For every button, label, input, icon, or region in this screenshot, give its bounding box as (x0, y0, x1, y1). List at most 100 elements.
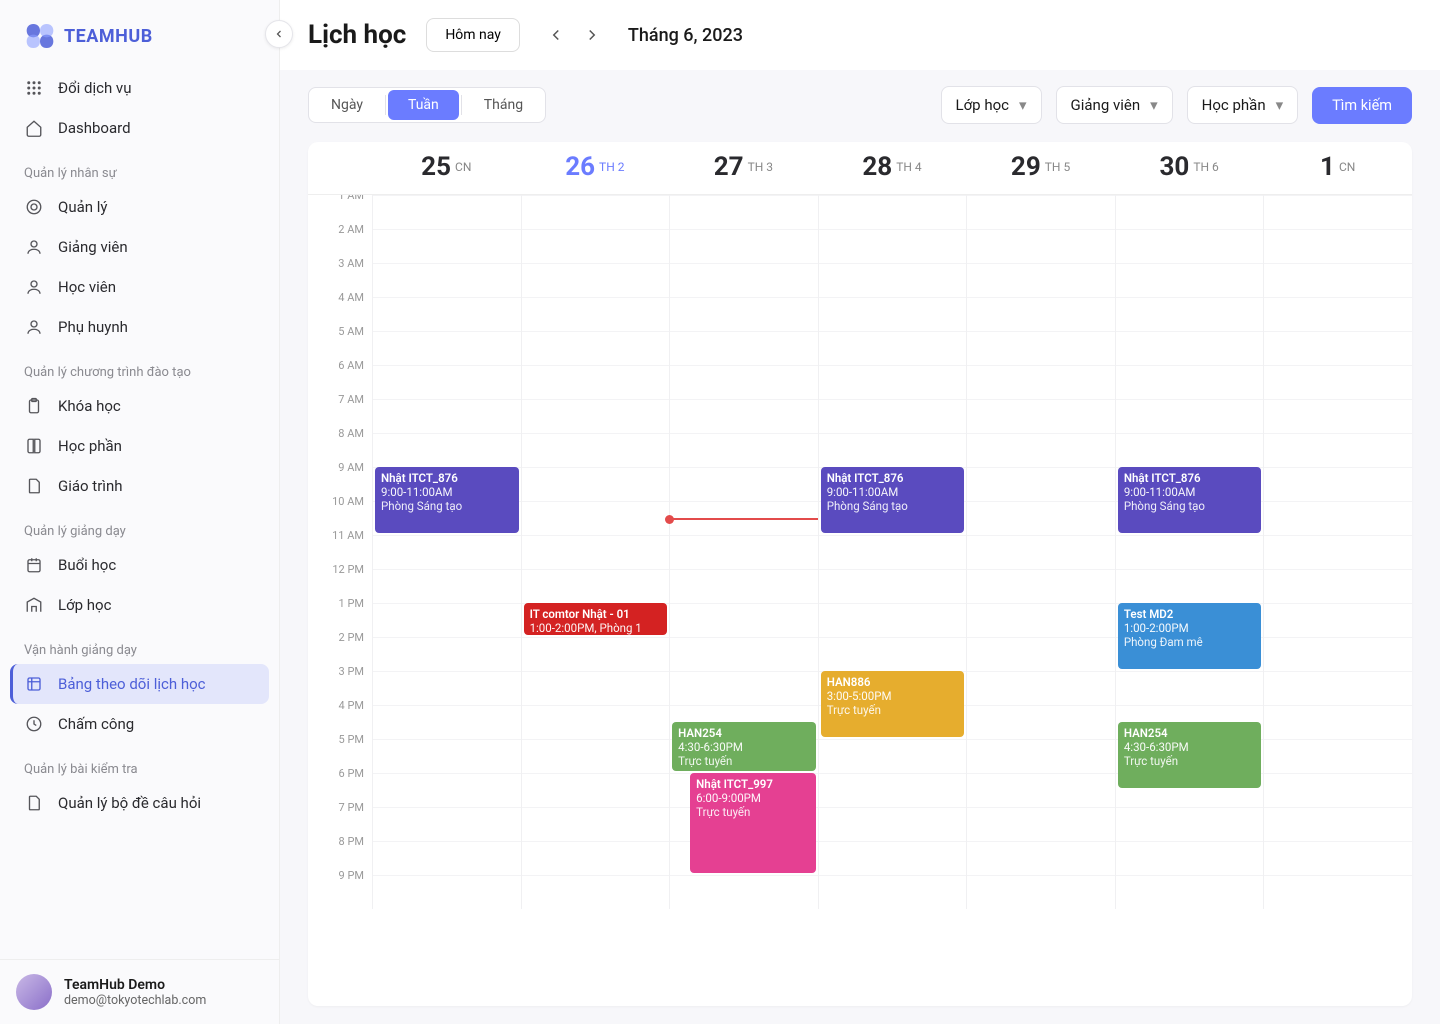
day-label: CN (455, 160, 471, 174)
sidebar-item[interactable]: Khóa học (10, 386, 269, 426)
sidebar-section-title: Quản lý bài kiểm tra (10, 744, 269, 783)
day-header[interactable]: 26TH 2 (521, 142, 670, 194)
event-title: Nhật ITCT_876 (1124, 471, 1256, 485)
day-column[interactable]: Nhật ITCT_8769:00-11:00AMPhòng Sáng tạo T… (1115, 195, 1264, 909)
logo-icon (24, 20, 56, 52)
sidebar-item[interactable]: Dashboard (10, 108, 269, 148)
nav-arrows (540, 19, 608, 51)
sidebar-item-label: Giảng viên (58, 238, 128, 256)
toolbar: Ngày Tuần Tháng Lớp học▾ Giảng viên▾ Học… (280, 70, 1440, 124)
doc-icon (24, 476, 44, 496)
doc-icon (24, 793, 44, 813)
view-month[interactable]: Tháng (462, 88, 545, 122)
calendar-event[interactable]: Test MD21:00-2:00PMPhòng Đam mê (1118, 603, 1262, 669)
sidebar-nav: Đổi dịch vụDashboardQuản lý nhân sựQuản … (0, 64, 279, 959)
sidebar-section-title: Quản lý chương trình đào tạo (10, 347, 269, 386)
sidebar-item[interactable]: Quản lý bộ đề câu hỏi (10, 783, 269, 823)
sidebar-item[interactable]: Phụ huynh (10, 307, 269, 347)
event-room: Phòng Đam mê (1124, 635, 1256, 649)
day-header[interactable]: 27TH 3 (669, 142, 818, 194)
calendar-body[interactable]: 1 AM2 AM3 AM4 AM5 AM6 AM7 AM8 AM9 AM10 A… (308, 195, 1412, 1006)
time-label: 5 AM (308, 325, 372, 359)
search-button[interactable]: Tìm kiếm (1312, 87, 1412, 124)
book-icon (24, 436, 44, 456)
filter-teacher[interactable]: Giảng viên▾ (1056, 86, 1173, 124)
sidebar-footer[interactable]: TeamHub Demo demo@tokyotechlab.com (0, 959, 279, 1024)
month-label: Tháng 6, 2023 (628, 25, 743, 46)
sidebar-item[interactable]: Chấm công (10, 704, 269, 744)
sidebar-item[interactable]: Quản lý (10, 187, 269, 227)
event-room: Trực tuyến (827, 703, 959, 717)
topbar: Lịch học Hôm nay Tháng 6, 2023 (280, 0, 1440, 70)
chevron-down-icon: ▾ (1150, 96, 1158, 114)
day-column[interactable]: HAN2544:30-6:30PMTrực tuyếnNhật ITCT_997… (669, 195, 818, 909)
time-label: 8 PM (308, 835, 372, 869)
target-icon (24, 197, 44, 217)
sidebar-item[interactable]: Bảng theo dõi lịch học (10, 664, 269, 704)
event-time: 9:00-11:00AM (381, 485, 513, 499)
view-week[interactable]: Tuần (388, 90, 459, 120)
sidebar-item[interactable]: Học viên (10, 267, 269, 307)
day-header[interactable]: 1CN (1263, 142, 1412, 194)
sidebar-item-label: Đổi dịch vụ (58, 79, 131, 97)
sidebar-item[interactable]: Học phần (10, 426, 269, 466)
sidebar-item[interactable]: Buổi học (10, 545, 269, 585)
sidebar-item-label: Khóa học (58, 397, 121, 415)
time-label: 4 PM (308, 699, 372, 733)
time-label: 7 AM (308, 393, 372, 427)
event-title: Nhật ITCT_876 (827, 471, 959, 485)
event-room: Phòng Sáng tạo (827, 499, 959, 513)
chevron-down-icon: ▾ (1019, 96, 1027, 114)
day-number: 30 (1159, 152, 1189, 182)
sidebar-item[interactable]: Lớp học (10, 585, 269, 625)
calendar-event[interactable]: HAN8863:00-5:00PMTrực tuyến (821, 671, 965, 737)
sidebar-item[interactable]: Giáo trình (10, 466, 269, 506)
day-column[interactable] (966, 195, 1115, 909)
today-button[interactable]: Hôm nay (426, 18, 520, 52)
sidebar-collapse-button[interactable] (265, 20, 293, 48)
sidebar-item-label: Học viên (58, 278, 116, 296)
day-header[interactable]: 25CN (372, 142, 521, 194)
filter-class[interactable]: Lớp học▾ (941, 86, 1042, 124)
now-indicator (670, 518, 818, 520)
calendar-event[interactable]: HAN2544:30-6:30PMTrực tuyến (1118, 722, 1262, 788)
calendar-event[interactable]: HAN2544:30-6:30PMTrực tuyến (672, 722, 816, 771)
event-title: Nhật ITCT_876 (381, 471, 513, 485)
day-column[interactable]: Nhật ITCT_8769:00-11:00AMPhòng Sáng tạo H… (818, 195, 967, 909)
event-title: HAN254 (678, 726, 810, 740)
schedule-icon (24, 674, 44, 694)
day-header[interactable]: 28TH 4 (818, 142, 967, 194)
time-label: 3 PM (308, 665, 372, 699)
sidebar-item-label: Lớp học (58, 596, 111, 614)
filter-course[interactable]: Học phần▾ (1187, 86, 1299, 124)
event-room: Trực tuyến (1124, 754, 1256, 768)
chevron-left-icon (547, 26, 565, 44)
day-header[interactable]: 29TH 5 (966, 142, 1115, 194)
calendar-header: 25CN26TH 227TH 328TH 429TH 530TH 61CN (308, 142, 1412, 195)
calendar-event[interactable]: Nhật ITCT_9976:00-9:00PMTrực tuyến (690, 773, 816, 873)
sidebar-item[interactable]: Giảng viên (10, 227, 269, 267)
sidebar-item-label: Quản lý bộ đề câu hỏi (58, 794, 201, 812)
calendar-event[interactable]: Nhật ITCT_8769:00-11:00AMPhòng Sáng tạo (1118, 467, 1262, 533)
view-day[interactable]: Ngày (309, 88, 385, 122)
day-column[interactable] (1263, 195, 1412, 909)
sidebar-item-label: Học phần (58, 437, 122, 455)
main: Lịch học Hôm nay Tháng 6, 2023 Ngày Tuần… (280, 0, 1440, 1024)
time-label: 1 AM (308, 195, 372, 223)
day-column[interactable]: Nhật ITCT_8769:00-11:00AMPhòng Sáng tạo (372, 195, 521, 909)
next-button[interactable] (576, 19, 608, 51)
calendar-event[interactable]: Nhật ITCT_8769:00-11:00AMPhòng Sáng tạo (821, 467, 965, 533)
time-label: 2 PM (308, 631, 372, 665)
prev-button[interactable] (540, 19, 572, 51)
time-label: 10 AM (308, 495, 372, 529)
brand-logo[interactable]: TEAMHUB (0, 0, 279, 64)
time-label: 8 AM (308, 427, 372, 461)
day-label: TH 5 (1045, 160, 1070, 174)
day-header[interactable]: 30TH 6 (1115, 142, 1264, 194)
time-label: 7 PM (308, 801, 372, 835)
sidebar-item[interactable]: Đổi dịch vụ (10, 68, 269, 108)
day-number: 27 (714, 152, 744, 182)
calendar-event[interactable]: Nhật ITCT_8769:00-11:00AMPhòng Sáng tạo (375, 467, 519, 533)
day-column[interactable]: IT comtor Nhật - 011:00-2:00PM, Phòng 1 (521, 195, 670, 909)
calendar-event[interactable]: IT comtor Nhật - 011:00-2:00PM, Phòng 1 (524, 603, 668, 635)
